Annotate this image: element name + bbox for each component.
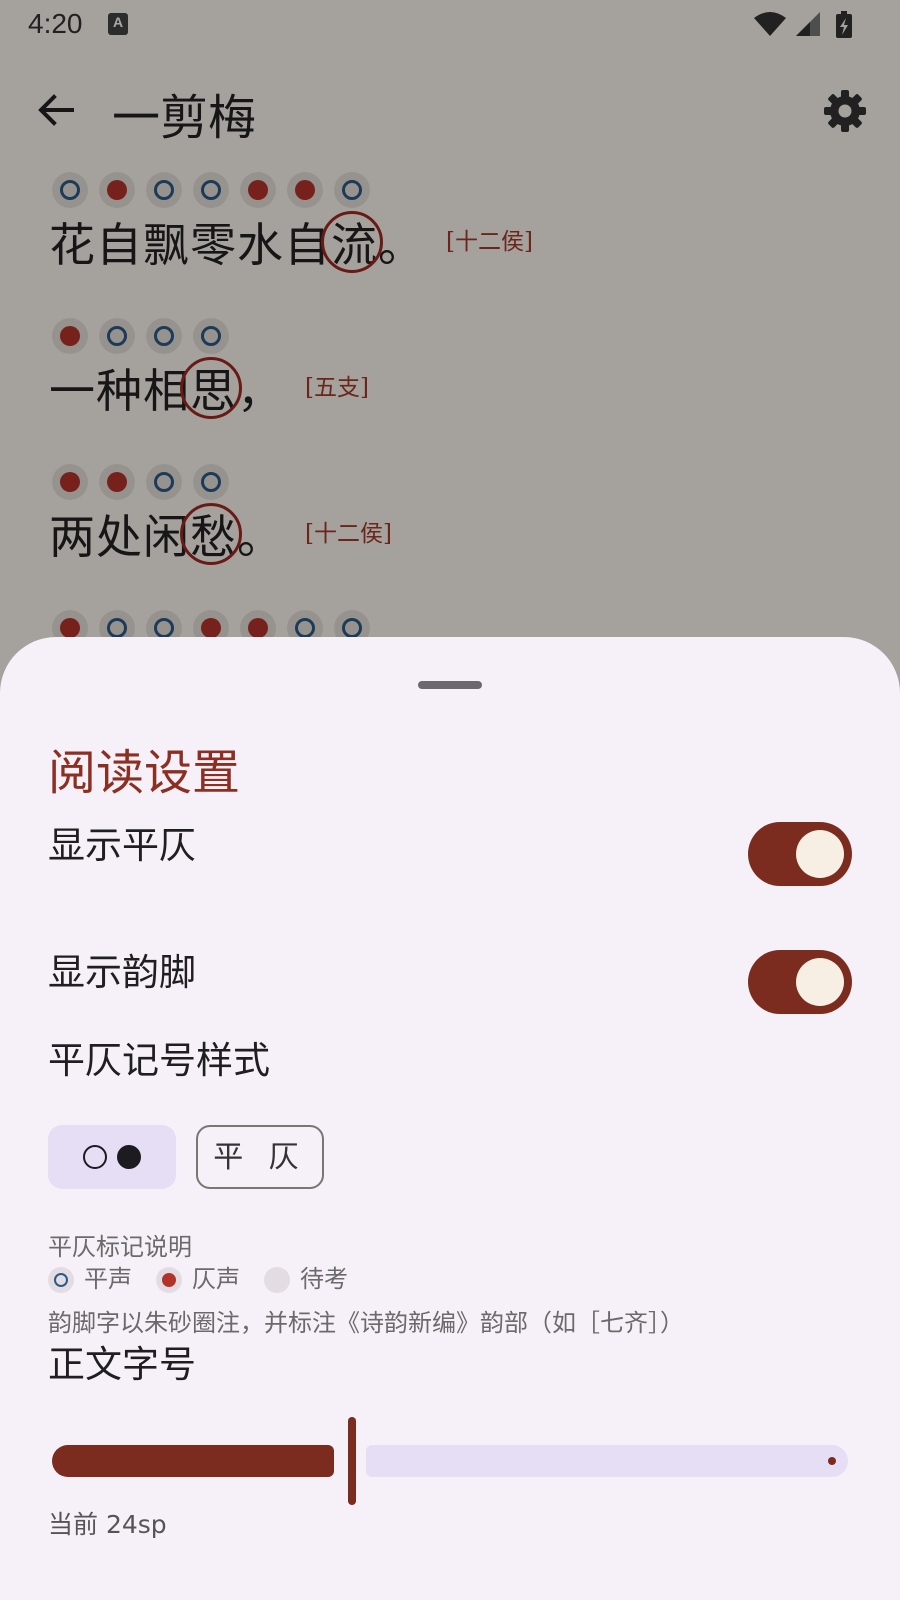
ping-marker-icon [48, 1267, 74, 1293]
ze-marker-icon [156, 1267, 182, 1293]
legend-unknown-label: 待考 [300, 1265, 348, 1293]
sheet-title: 阅读设置 [48, 745, 241, 801]
tone-style-circles-option[interactable] [48, 1125, 176, 1189]
font-size-label: 正文字号 [48, 1343, 196, 1386]
show-rhyme-switch[interactable] [748, 950, 852, 1014]
font-size-slider[interactable] [48, 1417, 852, 1507]
tone-style-text-option[interactable]: 平 仄 [196, 1125, 324, 1189]
slider-inactive-track [366, 1445, 848, 1477]
show-tones-label: 显示平仄 [48, 824, 196, 867]
unknown-marker-icon [264, 1267, 290, 1293]
tone-style-label: 平仄记号样式 [48, 1039, 270, 1082]
switch-thumb [796, 958, 844, 1006]
rhyme-note: 韵脚字以朱砂圈注，并标注《诗韵新编》韵部（如［七齐］） [48, 1309, 684, 1337]
font-size-current: 当前 24sp [48, 1510, 167, 1539]
show-tones-switch[interactable] [748, 822, 852, 886]
slider-active-track [52, 1445, 334, 1477]
reading-settings-sheet: 阅读设置 显示平仄 显示韵脚 平仄记号样式 平 仄 平仄标记说明 平声 仄声 待… [0, 637, 900, 1600]
slider-thumb[interactable] [348, 1417, 356, 1505]
legend-title: 平仄标记说明 [48, 1233, 192, 1261]
drag-handle[interactable] [418, 681, 482, 689]
legend-ze-label: 仄声 [192, 1265, 240, 1293]
filled-circle-icon [117, 1144, 141, 1169]
switch-thumb [796, 830, 844, 878]
legend-ping-label: 平声 [84, 1265, 132, 1293]
slider-stop-indicator [828, 1457, 836, 1465]
show-rhyme-label: 显示韵脚 [48, 951, 196, 994]
hollow-circle-icon [83, 1144, 107, 1169]
